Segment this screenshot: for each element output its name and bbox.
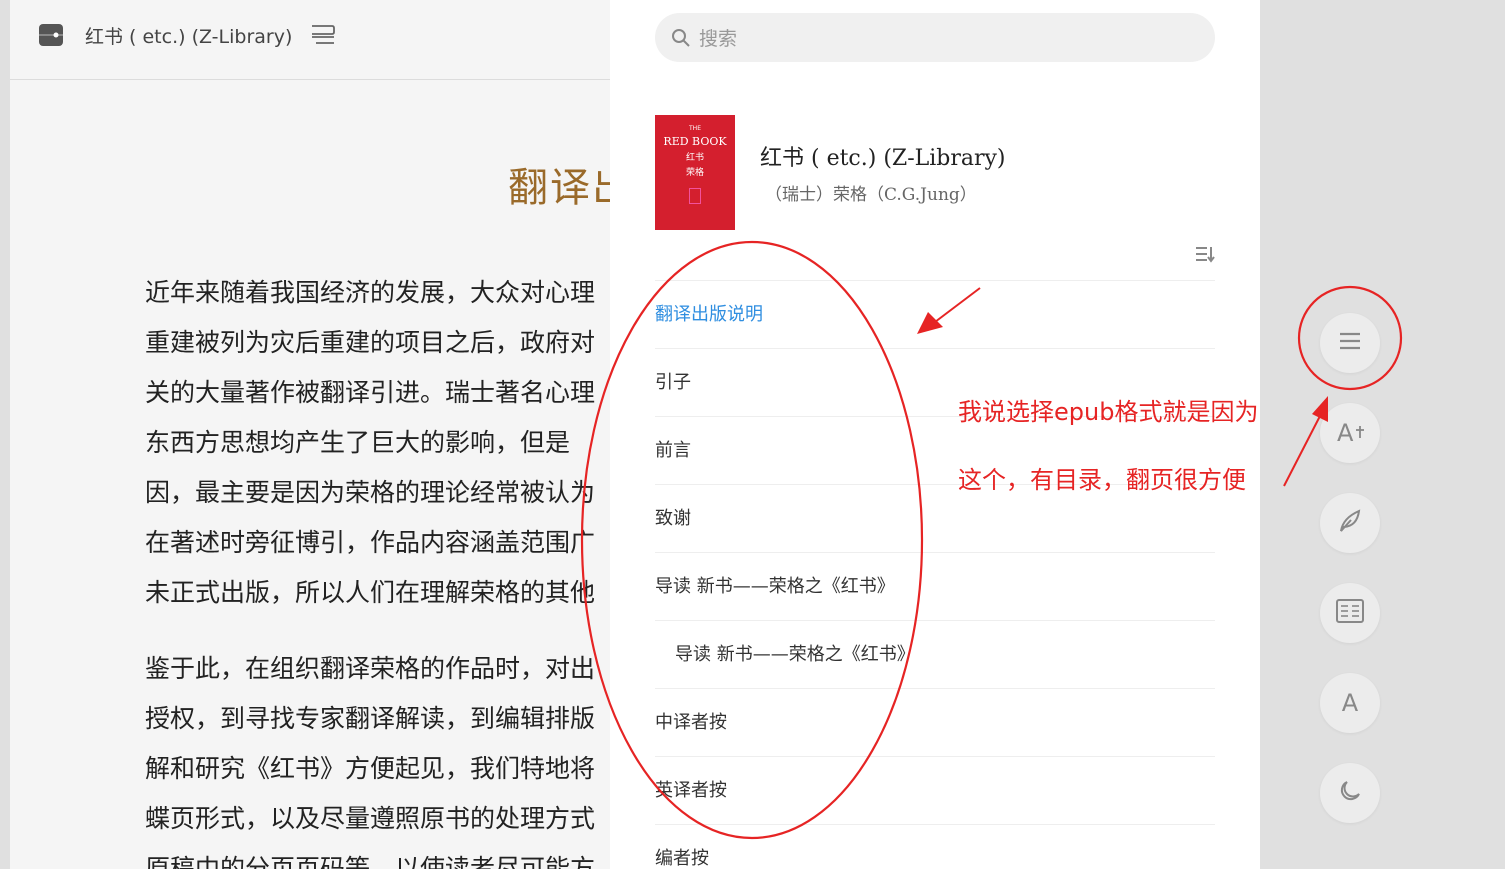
annotation-text-line-1: 我说选择epub格式就是因为 <box>958 398 1259 426</box>
cover-text: 红书 <box>685 153 704 163</box>
cover-ornament <box>689 188 701 204</box>
paragraph-1: 近年来随着我国经济的发展，大众对心理 重建被列为灾后重建的项目之后，政府对 关的… <box>145 268 595 618</box>
text-line: 近年来随着我国经济的发展，大众对心理 <box>145 278 596 307</box>
toc-item[interactable]: 导读 新书——荣格之《红书》 <box>655 553 1215 621</box>
text-line: 鉴于此，在组织翻译荣格的作品时，对出 <box>145 654 596 683</box>
reader-header: 红书 ( etc.) (Z-Library) <box>10 0 610 80</box>
toc-item[interactable]: 中译者按 <box>655 689 1215 757</box>
chapter-title: 翻译出 <box>508 165 610 211</box>
font-size-glyph: A <box>1337 419 1354 447</box>
layout-toggle-icon[interactable] <box>310 23 336 51</box>
bookshelf-icon[interactable] <box>38 22 64 52</box>
cover-text: 荣格 <box>685 168 704 178</box>
search-icon <box>671 28 691 52</box>
night-mode-button[interactable] <box>1320 763 1380 823</box>
text-line: 重建被列为灾后重建的项目之后，政府对 <box>145 328 596 357</box>
book-cover[interactable]: THE RED BOOK 红书 荣格 CARL GUSTAV JUNG <box>655 115 735 238</box>
text-line: 原稿中的分页页码等，以使读者尽可能方 <box>145 854 596 869</box>
font-size-icon: A <box>1335 419 1365 447</box>
reader-book-title: 红书 ( etc.) (Z-Library) <box>85 26 293 48</box>
font-button[interactable]: A <box>1320 673 1380 733</box>
annotation-text-line-2: 这个，有目录，翻页很方便 <box>958 466 1246 494</box>
toc-item[interactable]: 翻译出版说明 <box>655 281 1215 349</box>
search-input[interactable] <box>697 13 1201 64</box>
text-line: 解和研究《红书》方便起见，我们特地将 <box>145 754 596 783</box>
book-title: 红书 ( etc.) (Z-Library) <box>760 146 1006 171</box>
reader-page: 红书 ( etc.) (Z-Library) 翻译出 近年来随着我国经济的发展，… <box>10 0 610 869</box>
book-author: （瑞士）荣格（C.G.Jung） <box>765 185 977 205</box>
sort-order-icon[interactable] <box>1195 245 1215 267</box>
font-size-button[interactable]: A <box>1320 403 1380 463</box>
text-line: 关的大量著作被翻译引进。瑞士著名心理 <box>145 378 596 407</box>
text-line: 未正式出版，所以人们在理解荣格的其他 <box>145 578 596 607</box>
menu-icon <box>1338 331 1362 355</box>
text-line: 蝶页形式，以及尽量遵照原书的处理方式 <box>145 804 596 833</box>
search-box[interactable] <box>655 13 1215 64</box>
toc-button[interactable] <box>1320 313 1380 373</box>
text-line: 东西方思想均产生了巨大的影响，但是 <box>145 428 571 457</box>
text-line: 授权，到寻找专家翻译解读，到编辑排版 <box>145 704 596 733</box>
toc-list: 翻译出版说明 引子 前言 致谢 导读 新书——荣格之《红书》 导读 新书——荣格… <box>655 280 1215 869</box>
page-layout-icon <box>1336 599 1364 627</box>
cover-text: RED BOOK <box>663 135 727 148</box>
text-line: 因，最主要是因为荣格的理论经常被认为 <box>145 478 596 507</box>
toc-item[interactable]: 英译者按 <box>655 757 1215 825</box>
toc-item[interactable]: 致谢 <box>655 485 1215 553</box>
toc-item[interactable]: 编者按 <box>655 825 1215 869</box>
toc-panel: THE RED BOOK 红书 荣格 CARL GUSTAV JUNG 红书 (… <box>610 0 1260 869</box>
reading-mode-button[interactable] <box>1320 583 1380 643</box>
cover-text: THE <box>689 125 701 132</box>
cover-text: CARL GUSTAV JUNG <box>670 232 720 238</box>
moon-icon <box>1338 779 1362 807</box>
letter-a-icon: A <box>1341 689 1359 717</box>
text-line: 在著述时旁征博引，作品内容涵盖范围广 <box>145 528 596 557</box>
toc-item[interactable]: 导读 新书——荣格之《红书》 <box>655 621 1215 689</box>
leaf-pen-icon <box>1337 508 1363 538</box>
paragraph-2: 鉴于此，在组织翻译荣格的作品时，对出 授权，到寻找专家翻译解读，到编辑排版 解和… <box>145 644 595 869</box>
note-button[interactable] <box>1320 493 1380 553</box>
